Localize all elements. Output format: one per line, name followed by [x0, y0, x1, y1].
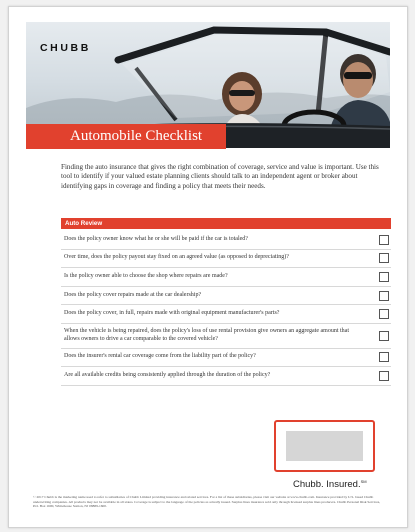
service-mark: SM [360, 479, 367, 484]
checklist-row: When the vehicle is being repaired, does… [61, 324, 391, 349]
checklist-question: Does the policy cover repairs made at th… [64, 291, 202, 298]
checkbox[interactable] [379, 253, 389, 264]
checkbox[interactable] [379, 271, 389, 282]
checklist-question: Are all available credits being consiste… [64, 372, 271, 379]
agent-imprint-box [274, 420, 375, 472]
imprint-placeholder [286, 431, 363, 461]
checklist-row: Are all available credits being consiste… [61, 367, 391, 386]
checklist: Does the policy owner know what he or sh… [61, 231, 391, 386]
checklist-question: Is the policy owner able to choose the s… [64, 273, 228, 280]
checklist-question: Does the insurer's rental car coverage c… [64, 353, 256, 360]
document-page: CHUBB Automobile Checklist Finding the a… [8, 6, 408, 528]
checkbox[interactable] [379, 290, 389, 301]
chubb-logo: CHUBB [40, 42, 91, 54]
section-header-auto-review: Auto Review [61, 218, 391, 229]
checklist-row: Does the insurer's rental car coverage c… [61, 349, 391, 368]
intro-paragraph: Finding the auto insurance that gives th… [61, 163, 379, 190]
checkbox[interactable] [379, 352, 389, 363]
checkbox[interactable] [379, 370, 389, 381]
page-title: Automobile Checklist [26, 124, 226, 149]
checklist-row: Does the policy cover repairs made at th… [61, 287, 391, 306]
brand-tagline: Chubb. Insured.SM [293, 479, 367, 491]
legal-disclaimer: © 2017 Chubb is the marketing name used … [33, 495, 381, 509]
checklist-row: Over time, does the policy payout stay f… [61, 250, 391, 269]
checkbox[interactable] [379, 330, 389, 341]
checkbox[interactable] [379, 234, 389, 245]
checklist-question: Does the policy cover, in full, repairs … [64, 310, 280, 317]
checklist-row: Is the policy owner able to choose the s… [61, 268, 391, 287]
checkbox[interactable] [379, 309, 389, 320]
checklist-question: When the vehicle is being repaired, does… [64, 327, 349, 342]
checklist-row: Does the policy cover, in full, repairs … [61, 305, 391, 324]
checklist-question: Over time, does the policy payout stay f… [64, 254, 289, 261]
checklist-row: Does the policy owner know what he or sh… [61, 231, 391, 250]
checklist-question: Does the policy owner know what he or sh… [64, 235, 248, 242]
